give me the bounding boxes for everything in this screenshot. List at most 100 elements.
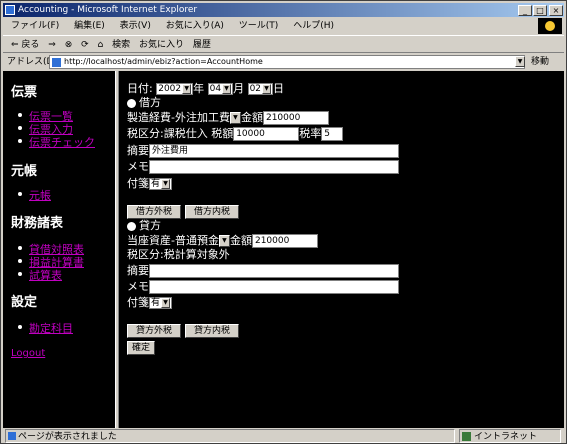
logout-link[interactable]: Logout — [11, 348, 45, 359]
history-button[interactable]: 履歴 — [193, 40, 211, 50]
browser-window: Accounting - Microsoft Internet Explorer… — [0, 0, 567, 444]
debit-rate-label: 税率 — [299, 127, 322, 140]
status-zone: イントラネット — [474, 432, 538, 442]
credit-summary-row: 摘要 — [127, 264, 399, 278]
debit-rate-input[interactable]: 5 — [321, 127, 344, 141]
forward-button[interactable]: ⇒ — [48, 40, 56, 50]
credit-radio[interactable] — [127, 221, 136, 231]
day-select[interactable]: 02 ▼ — [247, 83, 274, 95]
debit-memo-row: メモ — [127, 160, 399, 174]
search-button[interactable]: 検索 — [112, 40, 130, 50]
page-done-icon — [8, 432, 16, 440]
menu-file[interactable]: ファイル(F) — [11, 21, 59, 31]
debit-memo-label: メモ — [127, 160, 149, 173]
credit-summary-input[interactable] — [149, 264, 399, 278]
debit-summary-label: 摘要 — [127, 144, 149, 157]
menu-bar: ファイル(F) 編集(E) 表示(V) お気に入り(A) ツール(T) ヘルプ(… — [3, 18, 564, 34]
page-content: 伝票 伝票一覧 伝票入力 伝票チェック 元帳 元帳 財務諸表 貸借対照表 損益計… — [3, 71, 564, 428]
debit-tax-row: 税区分:課税仕入 税額 10000 税率 5 — [127, 127, 344, 141]
frame-divider[interactable] — [115, 71, 119, 428]
credit-tax-label: 税区分:税計算対象外 — [127, 248, 230, 261]
credit-account-select[interactable]: ▼ — [218, 235, 230, 247]
ie-icon — [5, 5, 15, 15]
window-title: Accounting - Microsoft Internet Explorer — [18, 5, 198, 15]
debit-tax-exclusive-button[interactable]: 借方外税 — [127, 205, 181, 219]
credit-account-value: 当座資産-普通預金 — [127, 234, 219, 247]
address-dropdown-icon[interactable]: ▼ — [515, 56, 525, 67]
debit-amount-input[interactable]: 210000 — [262, 111, 329, 125]
debit-tax-input[interactable]: 10000 — [233, 127, 300, 141]
credit-voucher-label: 付箋 — [127, 296, 149, 309]
year-suffix: 年 — [193, 82, 205, 95]
debit-account-select[interactable]: ▼ — [229, 112, 241, 124]
address-input[interactable]: http://localhost/admin/ebiz?action=Accou… — [49, 55, 525, 69]
sidebar-frame: 伝票 伝票一覧 伝票入力 伝票チェック 元帳 元帳 財務諸表 貸借対照表 損益計… — [3, 71, 115, 428]
refresh-icon[interactable]: ⟳ — [81, 40, 89, 50]
debit-summary-input[interactable]: 外注費用 — [149, 144, 399, 158]
date-row: 日付: 2002 ▼ 年 04 ▼ 月 02 ▼ 日 — [127, 82, 284, 96]
credit-heading-row: 貸方 — [127, 219, 161, 233]
menu-edit[interactable]: 編集(E) — [74, 21, 105, 31]
menu-view[interactable]: 表示(V) — [120, 21, 151, 31]
status-message-pane: ページが表示されました — [5, 429, 455, 443]
debit-amount-label: 金額 — [240, 111, 263, 124]
sidebar-item-trial-balance[interactable]: 試算表 — [18, 267, 62, 283]
credit-tax-exclusive-button[interactable]: 貸方外税 — [127, 324, 181, 338]
debit-voucher-row: 付箋有 ▼ — [127, 177, 173, 191]
ie-throbber — [538, 18, 562, 34]
credit-tax-row: 税区分:税計算対象外 — [127, 248, 230, 262]
month-select[interactable]: 04 ▼ — [207, 83, 234, 95]
credit-voucher-select[interactable]: 有 ▼ — [149, 297, 173, 309]
credit-amount-input[interactable]: 210000 — [251, 234, 318, 248]
sidebar-heading-settings: 設定 — [11, 295, 38, 310]
menu-favorites[interactable]: お気に入り(A) — [166, 21, 224, 31]
credit-tax-inclusive-button[interactable]: 貸方内税 — [185, 324, 239, 338]
address-url: http://localhost/admin/ebiz?action=Accou… — [64, 57, 263, 66]
credit-heading: 貸方 — [139, 219, 161, 232]
entry-form: 日付: 2002 ▼ 年 04 ▼ 月 02 ▼ 日 借方 製造経費-外注加工費 ▼ 金額 210… — [121, 71, 564, 428]
maximize-button[interactable]: □ — [533, 5, 547, 16]
intranet-icon — [462, 432, 471, 441]
debit-tax-label: 税区分:課税仕入 税額 — [127, 127, 234, 140]
favorites-button[interactable]: お気に入り — [139, 40, 184, 50]
debit-tax-inclusive-button[interactable]: 借方内税 — [185, 205, 239, 219]
debit-summary-row: 摘要 外注費用 — [127, 144, 399, 158]
back-button[interactable]: ⇐ 戻る — [11, 40, 39, 50]
go-button[interactable]: 移動 — [531, 54, 549, 70]
status-zone-pane: イントラネット — [459, 429, 561, 443]
credit-memo-row: メモ — [127, 280, 399, 294]
debit-voucher-label: 付箋 — [127, 177, 149, 190]
credit-memo-label: メモ — [127, 280, 149, 293]
confirm-button[interactable]: 確定 — [127, 341, 155, 355]
status-bar: ページが表示されました イントラネット — [3, 429, 564, 443]
credit-memo-input[interactable] — [149, 280, 399, 294]
sidebar-heading-ledger: 元帳 — [11, 164, 38, 179]
month-suffix: 月 — [233, 82, 245, 95]
debit-account-row: 製造経費-外注加工費 ▼ 金額 210000 — [127, 111, 329, 125]
stop-icon[interactable]: ⊗ — [65, 40, 73, 50]
sidebar-heading-slips: 伝票 — [11, 85, 38, 100]
sidebar-item-accounts[interactable]: 勘定科目 — [18, 320, 73, 336]
status-message: ページが表示されました — [18, 432, 117, 442]
year-select[interactable]: 2002 ▼ — [156, 83, 194, 95]
credit-amount-label: 金額 — [229, 234, 252, 247]
debit-heading-row: 借方 — [127, 96, 161, 110]
address-bar: アドレス(D) http://localhost/admin/ebiz?acti… — [3, 54, 564, 70]
menu-tools[interactable]: ツール(T) — [239, 21, 279, 31]
debit-voucher-select[interactable]: 有 ▼ — [149, 178, 173, 190]
debit-account-value: 製造経費-外注加工費 — [127, 111, 230, 124]
home-icon[interactable]: ⌂ — [98, 40, 104, 50]
minimize-button[interactable]: _ — [518, 5, 532, 16]
toolbar: ⇐ 戻る ⇒ ⊗ ⟳ ⌂ 検索 お気に入り 履歴 — [3, 35, 564, 53]
title-bar: Accounting - Microsoft Internet Explorer… — [3, 3, 564, 17]
menu-help[interactable]: ヘルプ(H) — [293, 21, 334, 31]
credit-account-row: 当座資産-普通預金 ▼ 金額 210000 — [127, 234, 318, 248]
debit-memo-input[interactable] — [149, 160, 399, 174]
date-label: 日付: — [127, 82, 153, 95]
debit-heading: 借方 — [139, 96, 161, 109]
debit-radio[interactable] — [127, 98, 136, 108]
sidebar-item-ledger[interactable]: 元帳 — [18, 187, 51, 203]
close-button[interactable]: × — [549, 5, 563, 16]
day-suffix: 日 — [273, 82, 285, 95]
sidebar-item-slip-check[interactable]: 伝票チェック — [18, 134, 95, 150]
